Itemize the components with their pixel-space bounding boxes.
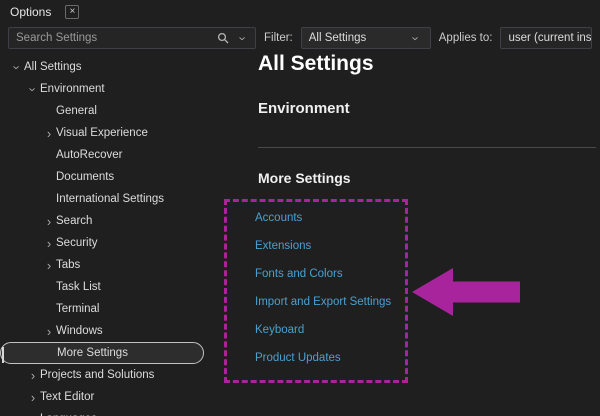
chevron-right-icon[interactable]: ›	[42, 237, 56, 250]
sidebar-item-label: Windows	[56, 325, 103, 337]
sidebar-item-windows[interactable]: › Windows	[0, 320, 230, 342]
section-heading-more-settings: More Settings	[258, 170, 351, 186]
list-item: Fonts and Colors	[255, 260, 391, 288]
window-title: Options	[10, 5, 51, 19]
sidebar-item-label: AutoRecover	[56, 149, 122, 161]
close-icon[interactable]: ×	[65, 5, 79, 19]
sidebar-item-label: Environment	[40, 83, 105, 95]
settings-tree: › All Settings › Environment General › V…	[0, 56, 230, 416]
sidebar-item-label: Tabs	[56, 259, 80, 271]
chevron-right-icon[interactable]: ›	[26, 369, 40, 382]
chevron-right-icon[interactable]: ›	[42, 215, 56, 228]
sidebar-item-label: Security	[56, 237, 98, 249]
chevron-right-icon[interactable]: ›	[26, 413, 40, 416]
section-divider	[258, 147, 596, 148]
sidebar-item-environment[interactable]: › Environment	[0, 78, 230, 100]
options-dialog: Options × › Filter: All Settings › Appli…	[0, 0, 600, 416]
sidebar-item-languages[interactable]: › Languages	[0, 408, 230, 416]
sidebar-item-general[interactable]: General	[0, 100, 230, 122]
more-settings-links: Accounts Extensions Fonts and Colors Imp…	[255, 204, 391, 372]
link-keyboard[interactable]: Keyboard	[255, 324, 304, 336]
sidebar-item-more-settings[interactable]: More Settings	[0, 342, 204, 364]
chevron-right-icon[interactable]: ›	[42, 325, 56, 338]
link-import-and-export-settings[interactable]: Import and Export Settings	[255, 296, 391, 308]
sidebar-item-terminal[interactable]: Terminal	[0, 298, 230, 320]
chevron-down-icon[interactable]: ›	[27, 82, 40, 96]
search-box[interactable]: ›	[8, 27, 256, 49]
sidebar-item-label: Search	[56, 215, 92, 227]
sidebar-item-text-editor[interactable]: › Text Editor	[0, 386, 230, 408]
sidebar-item-label: Visual Experience	[56, 127, 148, 139]
section-heading-environment: Environment	[258, 100, 350, 117]
sidebar-item-visual-experience[interactable]: › Visual Experience	[0, 122, 230, 144]
sidebar-item-label: General	[56, 105, 97, 117]
sidebar-item-task-list[interactable]: Task List	[0, 276, 230, 298]
sidebar-item-tabs[interactable]: › Tabs	[0, 254, 230, 276]
sidebar-item-label: More Settings	[57, 347, 128, 359]
link-accounts[interactable]: Accounts	[255, 212, 302, 224]
link-fonts-and-colors[interactable]: Fonts and Colors	[255, 268, 343, 280]
sidebar-item-label: Projects and Solutions	[40, 369, 154, 381]
list-item: Accounts	[255, 204, 391, 232]
link-product-updates[interactable]: Product Updates	[255, 352, 341, 364]
sidebar-item-label: International Settings	[56, 193, 164, 205]
sidebar-item-documents[interactable]: Documents	[0, 166, 230, 188]
sidebar-item-autorecover[interactable]: AutoRecover	[0, 144, 230, 166]
list-item: Import and Export Settings	[255, 288, 391, 316]
list-item: Extensions	[255, 232, 391, 260]
sidebar-item-security[interactable]: › Security	[0, 232, 230, 254]
chevron-right-icon[interactable]: ›	[42, 259, 56, 272]
settings-page: All Settings Environment More Settings A…	[230, 40, 600, 416]
chevron-right-icon[interactable]: ›	[26, 391, 40, 404]
search-icon[interactable]	[217, 32, 229, 44]
sidebar-item-label: Terminal	[56, 303, 99, 315]
titlebar: Options ×	[0, 0, 600, 24]
sidebar-item-search[interactable]: › Search	[0, 210, 230, 232]
chevron-right-icon[interactable]: ›	[42, 127, 56, 140]
page-title: All Settings	[258, 52, 374, 76]
sidebar-item-label: Task List	[56, 281, 101, 293]
link-extensions[interactable]: Extensions	[255, 240, 311, 252]
sidebar-item-international-settings[interactable]: International Settings	[0, 188, 230, 210]
sidebar-item-label: Text Editor	[40, 391, 94, 403]
focus-caret	[2, 347, 4, 363]
list-item: Product Updates	[255, 344, 391, 372]
chevron-down-icon[interactable]: ›	[11, 60, 24, 74]
sidebar-item-projects-and-solutions[interactable]: › Projects and Solutions	[0, 364, 230, 386]
sidebar-item-label: Documents	[56, 171, 114, 183]
sidebar-item-label: All Settings	[24, 61, 82, 73]
sidebar-item-all-settings[interactable]: › All Settings	[0, 56, 230, 78]
list-item: Keyboard	[255, 316, 391, 344]
